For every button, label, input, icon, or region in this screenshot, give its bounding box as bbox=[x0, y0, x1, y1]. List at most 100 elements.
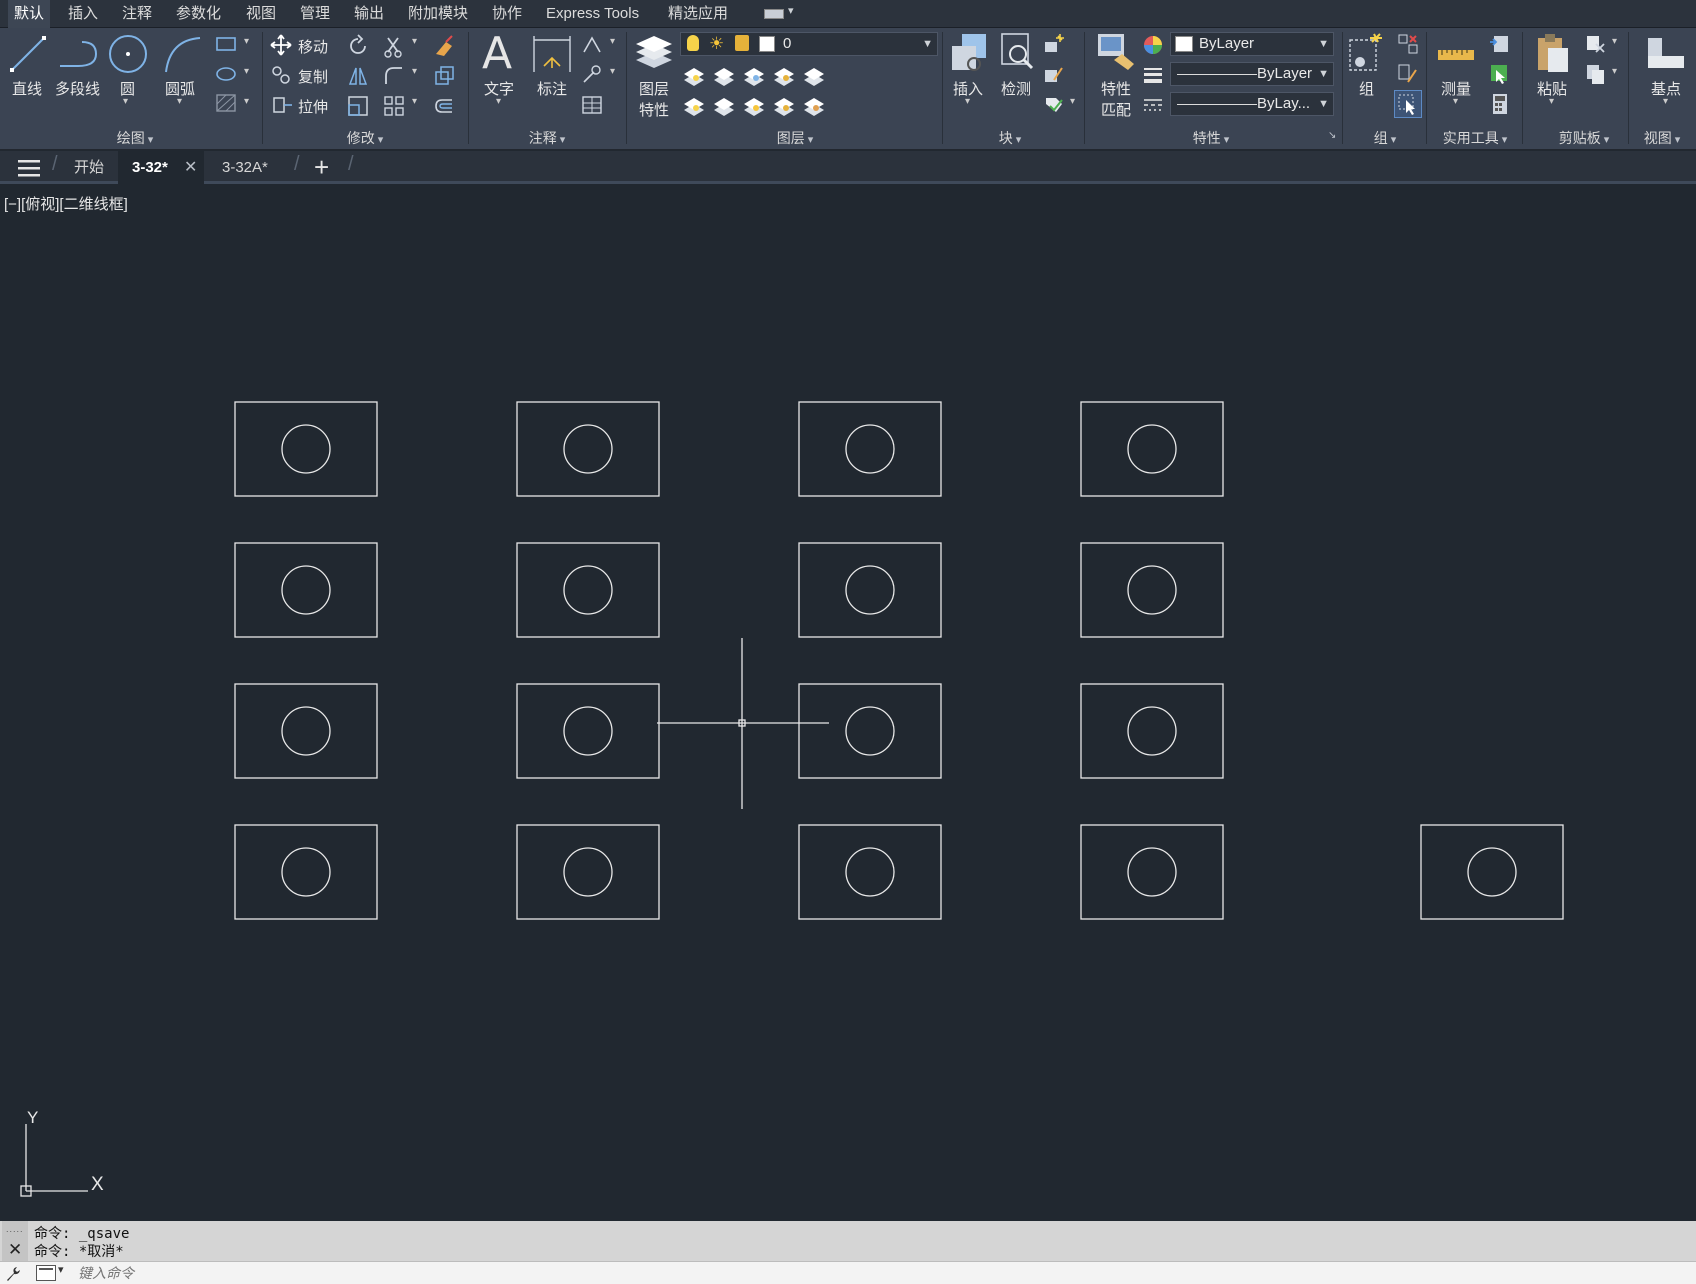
circle-entity[interactable] bbox=[563, 424, 613, 474]
hamburger-menu-icon[interactable] bbox=[18, 159, 40, 177]
circle-entity[interactable] bbox=[845, 706, 895, 756]
chevron-down-icon[interactable]: ▾ bbox=[412, 36, 417, 47]
groups-panel-title[interactable]: 组 bbox=[1360, 128, 1410, 148]
paste-icon[interactable] bbox=[1532, 32, 1572, 76]
menu-tab-featured-apps[interactable]: 精选应用 bbox=[662, 0, 734, 28]
clipboard-panel-title[interactable]: 剪贴板 bbox=[1544, 128, 1624, 148]
menu-tab-view[interactable]: 视图 bbox=[240, 0, 282, 28]
line-icon[interactable] bbox=[8, 32, 48, 76]
array-icon[interactable] bbox=[382, 94, 406, 118]
chevron-down-icon[interactable]: ▾ bbox=[1549, 96, 1554, 107]
rectangle-entity[interactable] bbox=[234, 401, 378, 497]
insert-block-icon[interactable] bbox=[948, 30, 992, 74]
scale-icon[interactable] bbox=[346, 94, 370, 118]
close-icon[interactable]: ✕ bbox=[184, 151, 197, 184]
annotation-panel-title[interactable]: 注释 bbox=[512, 128, 582, 148]
rectangle-entity[interactable] bbox=[1080, 824, 1224, 920]
menu-tab-annotate[interactable]: 注释 bbox=[116, 0, 158, 28]
line-button[interactable]: 直线 bbox=[12, 78, 42, 99]
circle-entity[interactable] bbox=[1127, 565, 1177, 615]
match-properties-icon[interactable] bbox=[1094, 30, 1138, 74]
arc-icon[interactable] bbox=[160, 32, 204, 76]
menu-tab-express-tools[interactable]: Express Tools bbox=[540, 0, 645, 28]
circle-entity[interactable] bbox=[281, 565, 331, 615]
tab-start[interactable]: 开始 bbox=[70, 151, 108, 184]
rectangle-entity[interactable] bbox=[1080, 683, 1224, 779]
wrench-icon[interactable] bbox=[4, 1265, 22, 1283]
inspect-icon[interactable] bbox=[996, 30, 1040, 74]
chevron-down-icon[interactable]: ▾ bbox=[1070, 96, 1075, 107]
menu-tab-parametric[interactable]: 参数化 bbox=[170, 0, 227, 28]
properties-panel-title[interactable]: 特性 bbox=[1166, 128, 1256, 148]
circle-entity[interactable] bbox=[281, 847, 331, 897]
chevron-down-icon[interactable]: ▾ bbox=[412, 66, 417, 77]
polyline-icon[interactable] bbox=[56, 32, 100, 76]
menu-tab-default[interactable]: 默认 bbox=[8, 0, 51, 28]
chevron-down-icon[interactable]: ▾ bbox=[1453, 96, 1458, 107]
fillet-icon[interactable] bbox=[382, 64, 406, 88]
dimension-button[interactable]: 标注 bbox=[537, 78, 567, 99]
chevron-down-icon[interactable]: ▾ bbox=[177, 96, 182, 107]
stretch-button[interactable]: 拉伸 bbox=[298, 96, 328, 117]
dialog-launcher-icon[interactable]: ↘ bbox=[1328, 130, 1336, 141]
menu-tab-addins[interactable]: 附加模块 bbox=[402, 0, 474, 28]
ribbon-display-toggle-icon[interactable] bbox=[764, 9, 784, 19]
rectangle-entity[interactable] bbox=[798, 683, 942, 779]
close-icon[interactable]: ✕ bbox=[8, 1240, 22, 1260]
explode-icon[interactable] bbox=[432, 64, 456, 88]
tab-3-32[interactable]: 3-32* ✕ bbox=[118, 151, 204, 184]
trim-icon[interactable] bbox=[382, 34, 406, 58]
group-edit-icon[interactable] bbox=[1396, 62, 1420, 86]
layer-tools-icons[interactable] bbox=[682, 64, 952, 118]
drawing-canvas[interactable]: Y X bbox=[0, 187, 1696, 1221]
circle-entity[interactable] bbox=[281, 424, 331, 474]
group-selection-toggle[interactable] bbox=[1394, 90, 1422, 118]
rectangle-entity[interactable] bbox=[234, 824, 378, 920]
chevron-down-icon[interactable]: ▾ bbox=[496, 96, 501, 107]
command-input[interactable] bbox=[78, 1263, 1578, 1283]
chevron-down-icon[interactable]: ▾ bbox=[58, 1263, 64, 1276]
leader-icon[interactable] bbox=[580, 34, 604, 56]
circle-entity[interactable] bbox=[1127, 424, 1177, 474]
edit-block-icon[interactable] bbox=[1042, 62, 1066, 86]
chevron-down-icon[interactable]: ▾ bbox=[1612, 36, 1617, 47]
copy-clip-icon[interactable] bbox=[1584, 62, 1608, 86]
chevron-down-icon[interactable]: ▾ bbox=[244, 66, 249, 77]
menu-tab-manage[interactable]: 管理 bbox=[294, 0, 336, 28]
layers-panel-title[interactable]: 图层 bbox=[760, 128, 830, 148]
circle-entity[interactable] bbox=[563, 706, 613, 756]
create-block-icon[interactable] bbox=[1042, 32, 1066, 56]
quick-select-icon[interactable] bbox=[1488, 32, 1512, 56]
ungroup-icon[interactable] bbox=[1396, 32, 1420, 56]
ellipse-icon[interactable] bbox=[214, 64, 238, 84]
menu-tab-insert[interactable]: 插入 bbox=[62, 0, 104, 28]
view-panel-title[interactable]: 视图 bbox=[1630, 128, 1694, 148]
rotate-icon[interactable] bbox=[346, 34, 370, 58]
offset-icon[interactable] bbox=[432, 94, 456, 118]
rectangle-entity[interactable] bbox=[798, 824, 942, 920]
rectangle-entity[interactable] bbox=[516, 401, 660, 497]
layer-dropdown[interactable]: ☀ 0 ▼ bbox=[680, 32, 938, 56]
lineweight-dropdown[interactable]: ByLayer ▼ bbox=[1170, 62, 1334, 86]
move-button[interactable]: 移动 bbox=[298, 36, 328, 57]
cut-icon[interactable] bbox=[1584, 32, 1608, 56]
erase-icon[interactable] bbox=[432, 34, 456, 58]
tab-3-32a[interactable]: 3-32A* bbox=[218, 151, 272, 184]
rectangle-entity[interactable] bbox=[516, 683, 660, 779]
chevron-down-icon[interactable]: ▾ bbox=[610, 66, 615, 77]
draw-panel-title[interactable]: 绘图 bbox=[100, 128, 170, 148]
rectangle-entity[interactable] bbox=[234, 542, 378, 638]
inspect-button[interactable]: 检测 bbox=[1001, 78, 1031, 99]
layer-properties-label-1[interactable]: 图层 bbox=[639, 78, 669, 99]
text-icon[interactable]: A bbox=[482, 28, 512, 79]
linetype-dropdown[interactable]: ByLay... ▼ bbox=[1170, 92, 1334, 116]
dimension-icon[interactable] bbox=[530, 32, 574, 76]
circle-entity[interactable] bbox=[845, 847, 895, 897]
utilities-panel-title[interactable]: 实用工具 bbox=[1430, 128, 1520, 148]
modify-panel-title[interactable]: 修改 bbox=[330, 128, 400, 148]
circle-entity[interactable] bbox=[845, 424, 895, 474]
layer-properties-icon[interactable] bbox=[632, 32, 676, 72]
chevron-down-icon[interactable]: ▾ bbox=[1612, 66, 1617, 77]
circle-entity[interactable] bbox=[563, 565, 613, 615]
color-dropdown[interactable]: ByLayer ▼ bbox=[1170, 32, 1334, 56]
